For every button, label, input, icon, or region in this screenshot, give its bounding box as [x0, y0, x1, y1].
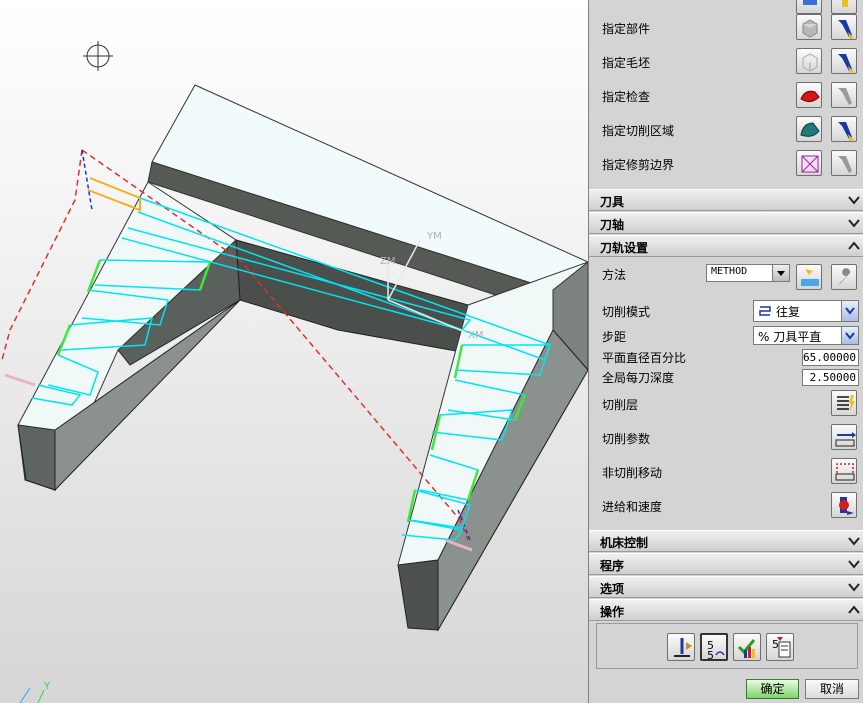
cut-pattern-value: 往复: [776, 305, 801, 319]
axis-label-zm: ZM: [380, 256, 396, 267]
stepover-value: % 刀具平直: [758, 330, 822, 344]
chevron-down-icon[interactable]: [841, 301, 858, 321]
section-options[interactable]: 选项: [589, 576, 863, 598]
flat-diameter-label: 平面直径百分比: [602, 351, 687, 365]
actions-area: 55 5: [596, 623, 858, 669]
chevron-up-icon: [848, 241, 860, 250]
cut-pattern-label: 切削模式: [602, 305, 651, 319]
section-program-label: 程序: [600, 559, 625, 573]
section-axis-label: 刀轴: [600, 218, 625, 232]
ok-button[interactable]: 确定: [746, 679, 799, 699]
geom-row-part: 指定部件: [589, 11, 863, 45]
cut-params-label: 切削参数: [602, 432, 651, 446]
axis-label-ym: YM: [427, 231, 442, 242]
flashlight-disabled-icon[interactable]: [831, 82, 857, 108]
check-red-shape-icon[interactable]: [796, 82, 822, 108]
geom-row-blank: 指定毛坯: [589, 45, 863, 79]
chevron-down-icon: [848, 219, 860, 228]
cut-params-icon[interactable]: [831, 424, 857, 450]
specify-check-label: 指定检查: [602, 90, 651, 104]
generate-icon[interactable]: [667, 633, 695, 661]
depth-input[interactable]: 2.50000: [802, 369, 859, 386]
section-tool[interactable]: 刀具: [589, 189, 863, 211]
part-cube-icon[interactable]: [796, 14, 822, 40]
cut-levels-icon[interactable]: [831, 390, 857, 416]
method-label: 方法: [602, 268, 627, 282]
flashlight-icon[interactable]: [831, 48, 857, 74]
wrench-icon[interactable]: [831, 264, 857, 290]
section-tool-label: 刀具: [600, 195, 625, 209]
section-machine-control[interactable]: 机床控制: [589, 530, 863, 552]
trim-boundary-icon[interactable]: [796, 150, 822, 176]
flashlight-disabled-icon[interactable]: [831, 150, 857, 176]
right-leg-front: [397, 559, 439, 631]
chevron-up-icon: [848, 605, 860, 614]
list-icon[interactable]: 5: [766, 633, 794, 661]
feeds-label: 进给和速度: [602, 500, 663, 514]
chevron-down-icon: [848, 583, 860, 592]
crosshair-cursor-icon: [83, 41, 113, 71]
graphics-viewport[interactable]: YM ZM XM Y: [0, 0, 588, 703]
blank-wireframe-icon[interactable]: [796, 48, 822, 74]
method-select[interactable]: METHOD: [706, 264, 790, 282]
non-cut-label: 非切削移动: [602, 466, 663, 480]
specify-part-label: 指定部件: [602, 22, 651, 36]
triad-x: [19, 687, 31, 703]
non-cut-moves-icon[interactable]: [831, 458, 857, 484]
specify-blank-label: 指定毛坯: [602, 56, 651, 70]
stepover-select[interactable]: % 刀具平直: [753, 326, 859, 345]
section-path-settings[interactable]: 刀轨设置: [589, 235, 863, 257]
axis-label-y: Y: [44, 681, 51, 692]
model-view: [1, 41, 588, 703]
chevron-down-icon: [848, 196, 860, 205]
chevron-down-icon[interactable]: [772, 265, 789, 281]
flat-diameter-input[interactable]: 65.00000: [802, 349, 859, 366]
flashlight-icon[interactable]: [831, 14, 857, 40]
flashlight-icon[interactable]: [831, 116, 857, 142]
method-select-value: METHOD: [711, 266, 748, 277]
section-machine-control-label: 机床控制: [600, 536, 649, 550]
section-options-label: 选项: [600, 582, 625, 596]
zigzag-icon: [759, 306, 771, 316]
section-axis[interactable]: 刀轴: [589, 212, 863, 234]
approach-orange: [87, 177, 141, 212]
section-actions-label: 操作: [600, 605, 625, 619]
specify-cut-area-label: 指定切削区域: [602, 124, 675, 138]
section-path-settings-label: 刀轨设置: [600, 241, 649, 255]
svg-text:5: 5: [707, 649, 714, 662]
cut-area-icon[interactable]: [796, 116, 822, 142]
chevron-down-icon[interactable]: [841, 327, 858, 344]
method-create-icon[interactable]: [796, 264, 822, 290]
chevron-down-icon: [848, 537, 860, 546]
plunge-move: [81, 149, 93, 211]
geom-row-cut-area: 指定切削区域: [589, 113, 863, 147]
engage-arc-left: [4, 373, 36, 387]
geom-row-check: 指定检查: [589, 79, 863, 113]
chevron-down-icon: [848, 560, 860, 569]
cut-levels-label: 切削层: [602, 398, 639, 412]
verify-icon[interactable]: [733, 633, 761, 661]
stepover-label: 步距: [602, 330, 627, 344]
cut-pattern-select[interactable]: 往复: [753, 300, 859, 322]
depth-label: 全局每刀深度: [602, 371, 675, 385]
section-actions[interactable]: 操作: [589, 599, 863, 621]
left-leg-front: [17, 424, 56, 491]
feeds-speeds-icon[interactable]: [831, 492, 857, 518]
axis-label-xm: XM: [468, 330, 484, 341]
cancel-button[interactable]: 取消: [805, 679, 859, 699]
geom-row-trim: 指定修剪边界: [589, 147, 863, 181]
operation-dialog: 指定部件 指定毛坯 指定检查 指定切削区域 指定修剪边界 刀具 刀轴 刀轨设置 …: [588, 0, 863, 703]
specify-trim-boundary-label: 指定修剪边界: [602, 158, 675, 172]
section-program[interactable]: 程序: [589, 553, 863, 575]
svg-text:5: 5: [772, 638, 779, 651]
replay-icon[interactable]: 55: [700, 633, 728, 662]
